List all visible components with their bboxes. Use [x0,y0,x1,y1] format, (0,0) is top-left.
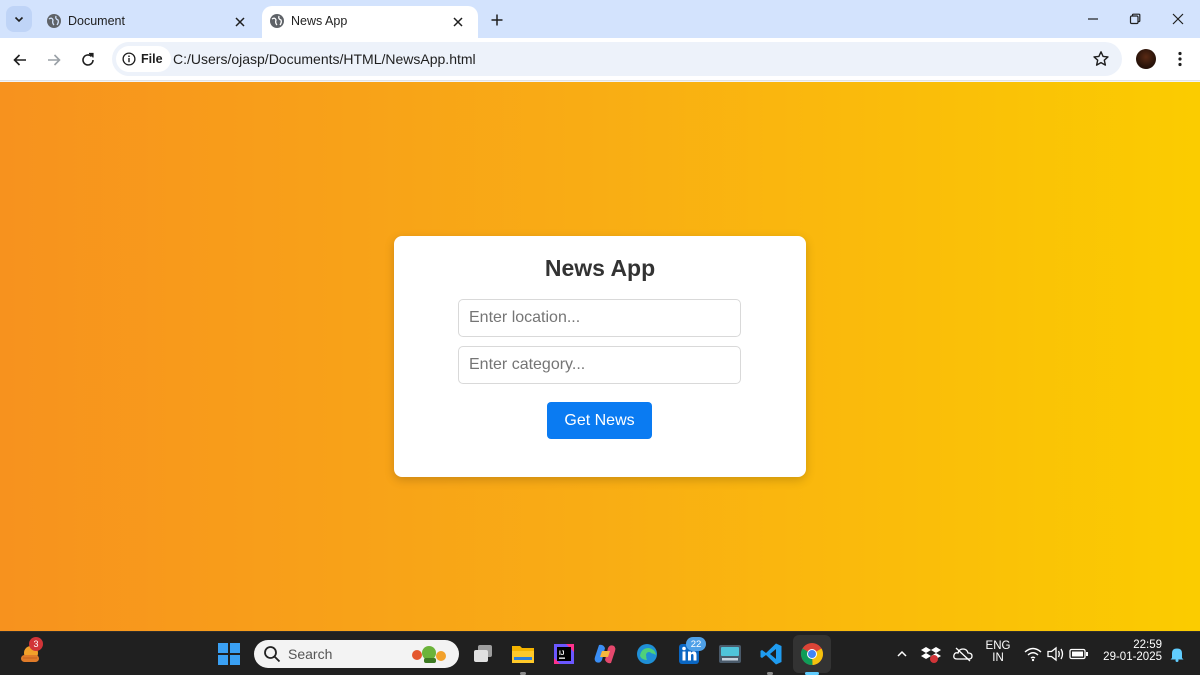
close-icon [1172,13,1184,25]
location-input[interactable] [458,299,741,337]
bell-icon [1170,648,1184,662]
task-view-button[interactable] [469,640,497,668]
reload-icon [82,52,94,66]
vscode-icon [760,643,782,665]
clock-date: 29-01-2025 [1103,651,1162,663]
tab-document[interactable]: Document [38,6,260,38]
wifi-icon [1024,647,1042,662]
minimize-icon [1088,18,1098,20]
browser-toolbar: File C:/Users/ojasp/Documents/HTML/NewsA… [0,38,1200,81]
get-news-button[interactable]: Get News [547,402,652,439]
chevron-up-icon [897,650,907,657]
keyboard-app-icon [719,645,741,663]
volume-icon [1047,646,1064,662]
address-bar[interactable]: File C:/Users/ojasp/Documents/HTML/NewsA… [112,42,1122,76]
plus-icon [491,14,503,26]
minimize-button[interactable] [1080,6,1106,32]
jetbrains-button[interactable]: IJ [550,640,578,668]
notifications-button[interactable] [1163,640,1191,668]
edge-icon [637,644,657,664]
forward-button[interactable] [41,47,67,73]
battery-button[interactable] [1065,640,1093,668]
language-indicator[interactable]: ENG IN [982,640,1014,664]
close-window-button[interactable] [1165,6,1191,32]
close-icon[interactable] [450,14,466,30]
page-title: News App [544,255,656,281]
tab-search-button[interactable] [6,6,32,32]
file-explorer-button[interactable] [509,640,537,668]
forward-arrow-icon [48,54,61,66]
show-hidden-icons-button[interactable] [888,640,916,668]
clock-time: 22:59 [1133,639,1162,651]
dropbox-tray-button[interactable] [917,640,945,668]
language-code: ENG [985,640,1011,652]
chevron-down-icon [14,16,24,23]
windows-taskbar: 3 Search IJ 22 ENG IN 22:59 29-01-2025 [0,631,1200,675]
task-view-icon [474,645,492,662]
svg-text:IJ: IJ [559,650,565,657]
tab-title: News App [291,14,348,28]
browser-menu-button[interactable] [1170,49,1190,69]
start-button[interactable] [215,640,243,668]
search-placeholder: Search [288,646,333,662]
new-tab-button[interactable] [486,9,508,31]
reload-button[interactable] [75,47,101,73]
restore-button[interactable] [1122,6,1148,32]
windows-start-icon [218,643,240,665]
cloud-offline-icon [953,647,973,662]
profile-avatar[interactable] [1136,49,1156,69]
bookmark-star-icon[interactable] [1092,50,1110,68]
info-icon [122,52,136,66]
region-code: IN [992,652,1004,664]
file-explorer-icon [512,646,534,663]
url-text[interactable]: C:/Users/ojasp/Documents/HTML/NewsApp.ht… [173,51,476,67]
vscode-button[interactable] [757,640,785,668]
page-viewport: News App Get News [0,82,1200,631]
notification-badge: 22 [686,637,706,651]
taskbar-search[interactable]: Search [254,640,459,668]
search-highlight-icon [412,646,446,663]
clock[interactable]: 22:59 29-01-2025 [1098,639,1162,663]
keyboard-app-button[interactable] [716,640,744,668]
back-arrow-icon [13,54,26,66]
globe-icon [270,14,284,28]
dropbox-icon [921,647,941,663]
chrome-button[interactable] [798,640,826,668]
tab-news-app[interactable]: News App [262,6,478,38]
site-info-chip[interactable]: File [116,46,171,72]
tab-strip: Document News App [0,0,1200,38]
back-button[interactable] [7,47,33,73]
copilot-button[interactable] [591,640,619,668]
restore-icon [1129,13,1141,25]
copilot-icon [594,644,616,664]
chip-label: File [141,52,163,66]
edge-button[interactable] [633,640,661,668]
globe-icon [47,14,61,28]
notification-badge: 3 [29,637,43,651]
category-input[interactable] [458,346,741,384]
more-vert-icon [1178,51,1182,67]
news-form-card: News App Get News [394,236,806,477]
close-icon[interactable] [232,14,248,30]
onedrive-tray-button[interactable] [949,640,977,668]
tab-title: Document [68,14,125,28]
chrome-icon [801,643,823,666]
battery-icon [1069,648,1088,660]
jetbrains-icon: IJ [554,644,574,664]
search-icon [264,646,281,663]
